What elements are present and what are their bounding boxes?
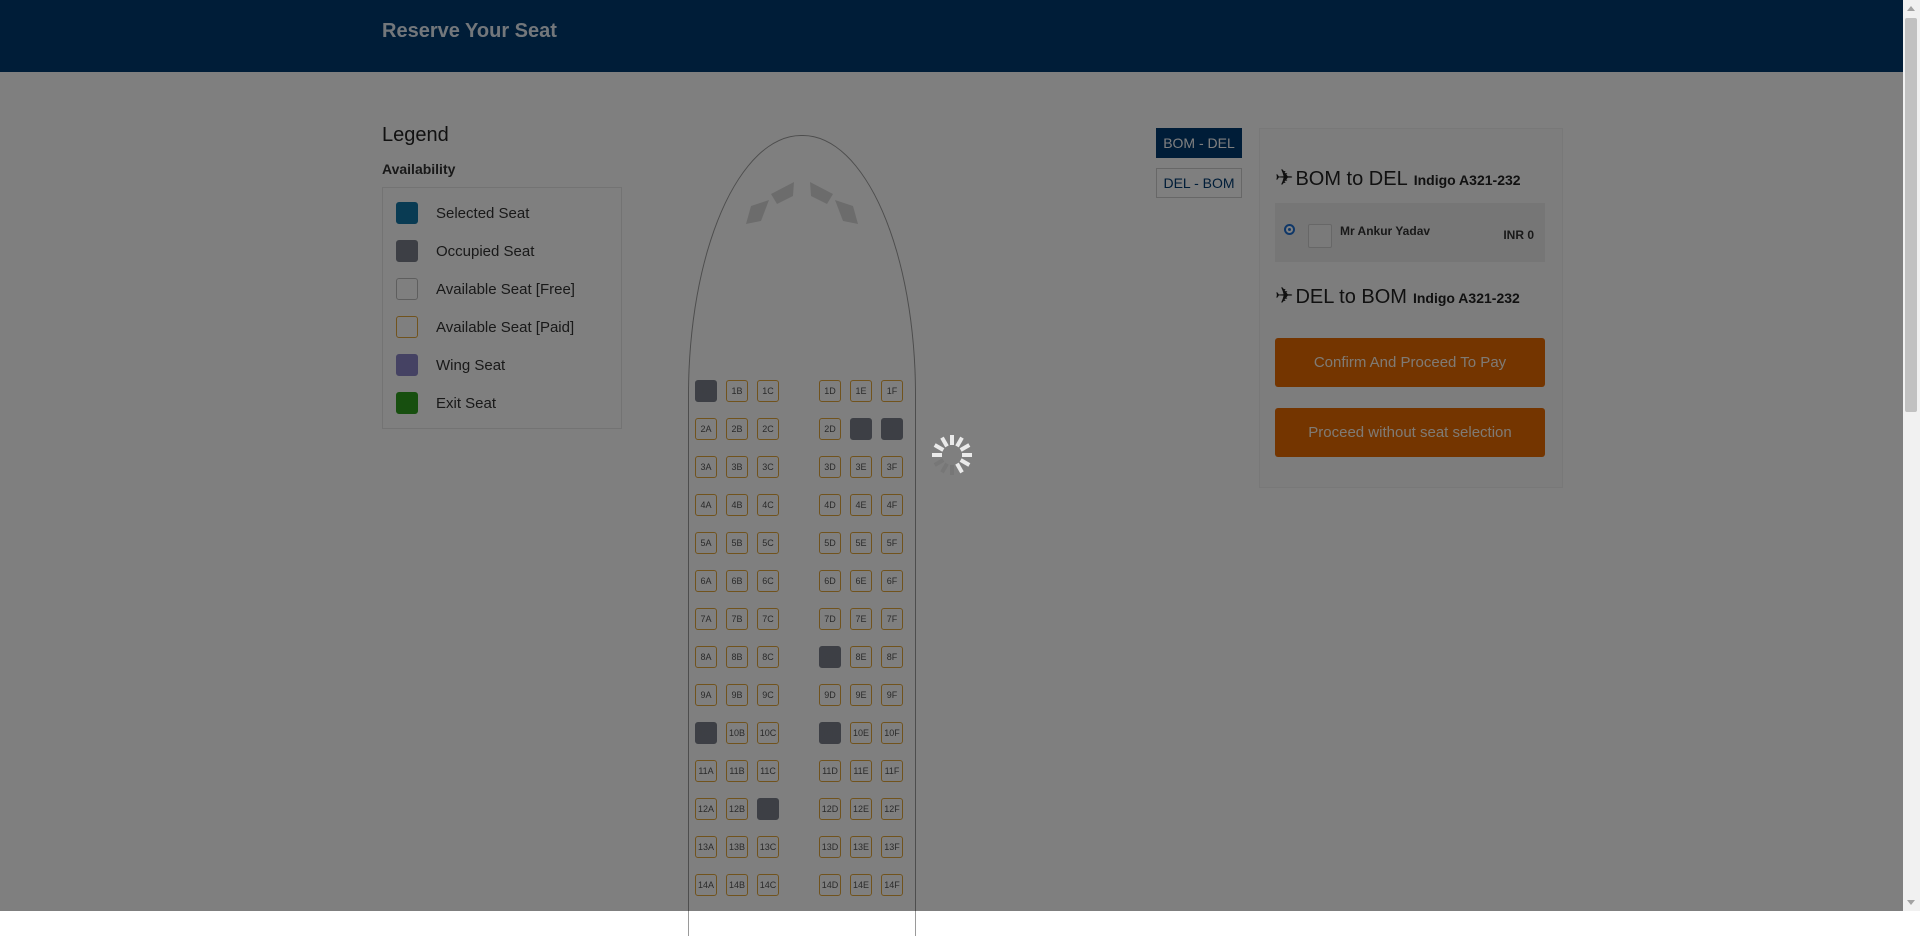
scroll-down-icon[interactable]	[1907, 900, 1915, 905]
spinner-icon	[932, 435, 972, 475]
page-scrollbar[interactable]	[1903, 0, 1920, 911]
scroll-thumb[interactable]	[1905, 18, 1917, 412]
scroll-up-icon[interactable]	[1907, 6, 1915, 11]
loading-overlay	[0, 0, 1903, 911]
